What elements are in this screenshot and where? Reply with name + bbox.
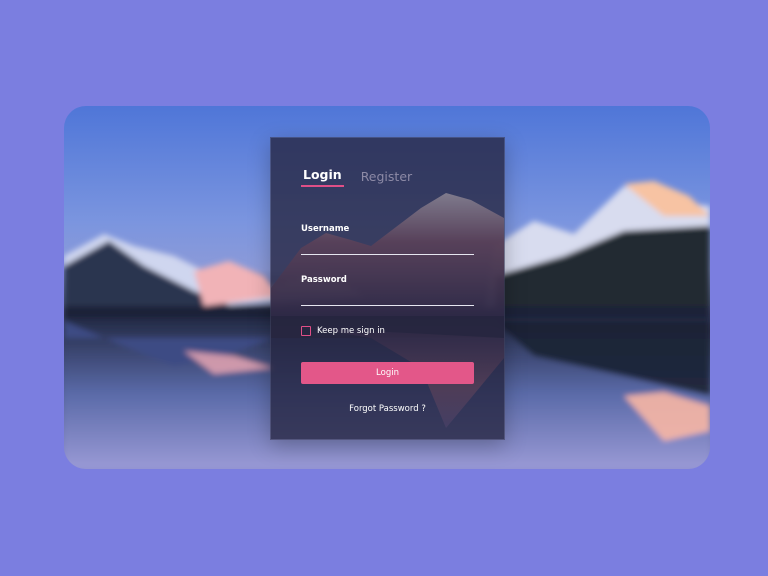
- tab-register[interactable]: Register: [359, 169, 414, 187]
- tab-login[interactable]: Login: [301, 167, 344, 187]
- username-input[interactable]: [301, 240, 474, 255]
- login-panel: Login Register Username Password Keep me…: [270, 137, 505, 440]
- password-input[interactable]: [301, 291, 474, 306]
- password-field-group: Password: [301, 275, 474, 306]
- username-field-group: Username: [301, 224, 474, 255]
- remember-checkbox[interactable]: [301, 326, 311, 336]
- remember-me[interactable]: Keep me sign in: [301, 326, 385, 336]
- auth-tabs: Login Register: [301, 167, 414, 187]
- login-button[interactable]: Login: [301, 362, 474, 384]
- remember-label: Keep me sign in: [317, 326, 385, 336]
- username-label: Username: [301, 224, 350, 234]
- password-label: Password: [301, 275, 347, 285]
- forgot-password-link[interactable]: Forgot Password ?: [271, 404, 504, 414]
